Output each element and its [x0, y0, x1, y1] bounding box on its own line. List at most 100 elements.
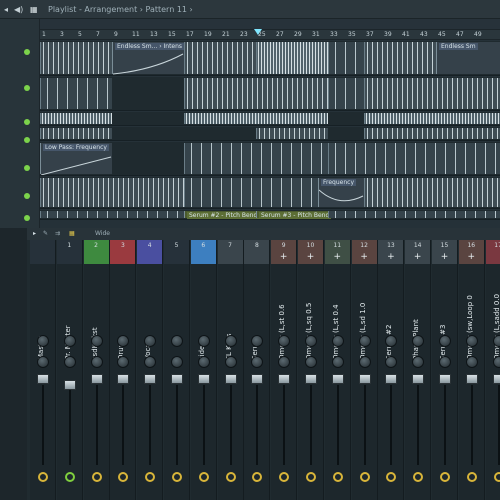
add-insert-icon[interactable]: +	[459, 252, 484, 262]
pan-knob[interactable]	[331, 335, 344, 347]
speaker-icon[interactable]: ◀)	[14, 0, 23, 19]
route-toggle-icon[interactable]	[172, 472, 182, 482]
route-toggle-icon[interactable]	[38, 472, 48, 482]
add-insert-icon[interactable]: +	[325, 252, 350, 262]
pan-knob[interactable]	[305, 335, 317, 347]
pattern-clip[interactable]	[256, 42, 328, 74]
track-mute-led[interactable]	[24, 49, 30, 55]
mixer-channel-strip[interactable]: 4 Vocal	[137, 240, 164, 500]
route-toggle-icon[interactable]	[279, 472, 290, 482]
stereo-separation-knob[interactable]	[197, 356, 210, 368]
route-toggle-icon[interactable]	[118, 472, 129, 482]
route-toggle-icon[interactable]	[225, 472, 236, 482]
add-insert-icon[interactable]: +	[378, 252, 403, 262]
volume-fader[interactable]	[197, 374, 210, 384]
route-toggle-icon[interactable]	[91, 472, 102, 482]
playlist-track[interactable]: Frequency	[40, 177, 500, 209]
volume-fader[interactable]	[63, 380, 76, 390]
mixer-channel-strip[interactable]: 5	[164, 240, 190, 500]
timeline-ruler[interactable]: 1 3 5 7 9 11 13 15 17 19 21 23 25 27 29 31 33 35 37 39 41 43 4…	[40, 29, 500, 40]
automation-clip[interactable]: Serum #3 - Pitch Bend	[256, 211, 332, 219]
pattern-clip[interactable]	[364, 128, 500, 139]
snap-icon[interactable]: ▦	[30, 0, 38, 19]
mixer-channel-strip[interactable]: 17 OmeFx (L,sadd 0.0	[485, 240, 500, 500]
playlist-track[interactable]: Low Pass: Frequency	[40, 142, 500, 176]
track-mute-led[interactable]	[24, 85, 30, 91]
mixer-channel-strip[interactable]: 13 + Serum #2	[378, 240, 405, 500]
mixer-channel-strip[interactable]: 7FL Keys	[217, 240, 244, 500]
route-toggle-icon[interactable]	[198, 472, 209, 482]
mixer-channel-strip[interactable]: 9 + OmeFx (L,st 0.6	[271, 240, 298, 500]
playlist-track[interactable]: Endless Sm... › Intens Endless Sm	[40, 41, 500, 76]
stereo-separation-knob[interactable]	[439, 356, 451, 368]
mixer-channel-strip[interactable]: 2ssdKickst	[83, 240, 110, 500]
stereo-separation-knob[interactable]	[412, 356, 425, 368]
stereo-separation-knob[interactable]	[358, 356, 371, 368]
volume-fader[interactable]	[412, 374, 425, 384]
volume-fader[interactable]	[465, 374, 478, 384]
pattern-clip[interactable]	[40, 78, 112, 109]
pan-knob[interactable]	[197, 335, 210, 347]
pattern-clip[interactable]	[364, 113, 436, 124]
mixer-menu-arrow-icon[interactable]: ▸	[33, 230, 36, 237]
volume-fader[interactable]	[278, 374, 291, 384]
pattern-clip[interactable]	[40, 113, 112, 124]
pan-knob[interactable]	[439, 335, 451, 347]
pattern-clip[interactable]	[328, 211, 500, 218]
pattern-clip[interactable]	[184, 113, 256, 124]
volume-fader[interactable]	[117, 374, 130, 384]
automation-clip[interactable]: Endless Sm... › Intens	[112, 42, 185, 75]
volume-fader[interactable]	[90, 374, 103, 384]
stereo-separation-knob[interactable]	[117, 356, 130, 368]
add-insert-icon[interactable]: +	[405, 252, 430, 262]
pattern-clip[interactable]	[184, 42, 256, 74]
pattern-clip[interactable]	[256, 128, 328, 139]
add-insert-icon[interactable]: +	[271, 252, 296, 262]
mixer-tool-icon[interactable]: ✎	[43, 230, 48, 237]
pan-knob[interactable]	[63, 335, 76, 347]
pattern-clip[interactable]	[256, 113, 328, 124]
pattern-clip[interactable]	[184, 78, 328, 109]
stereo-separation-knob[interactable]	[251, 356, 264, 368]
route-toggle-icon[interactable]	[413, 472, 424, 482]
volume-fader[interactable]	[358, 374, 371, 384]
stereo-separation-knob[interactable]	[37, 356, 49, 368]
volume-fader[interactable]	[305, 374, 317, 384]
mixer-channel-strip[interactable]: 16 + OmeFx (sw,Loop 0	[458, 240, 485, 500]
volume-fader[interactable]	[224, 374, 237, 384]
route-toggle-icon[interactable]	[306, 472, 316, 482]
volume-fader[interactable]	[251, 374, 264, 384]
mixer-channel-strip[interactable]: 3 Drum	[110, 240, 137, 500]
stereo-separation-knob[interactable]	[278, 356, 291, 368]
route-toggle-icon[interactable]	[332, 472, 343, 482]
menu-arrow-icon[interactable]: ◂	[4, 0, 8, 19]
track-mute-led[interactable]	[24, 193, 30, 199]
pan-knob[interactable]	[37, 335, 49, 347]
pattern-clip[interactable]	[328, 78, 364, 109]
route-toggle-icon[interactable]	[145, 472, 156, 482]
stereo-separation-knob[interactable]	[385, 356, 398, 368]
mixer-channel-strip[interactable]: Master	[30, 240, 56, 500]
automation-clip[interactable]: Low Pass: Frequency	[40, 143, 112, 175]
add-insert-icon[interactable]: +	[352, 252, 377, 262]
pan-knob[interactable]	[171, 335, 183, 347]
pattern-clip[interactable]	[184, 178, 318, 207]
playlist-track[interactable]: Serum #2 - Pitch Bend Serum #3 - Pitch B…	[40, 210, 500, 220]
automation-clip[interactable]: Endless Sm	[436, 42, 500, 74]
track-mute-led[interactable]	[24, 119, 30, 125]
volume-fader[interactable]	[385, 374, 398, 384]
mixer-channel-strip[interactable]: 14 + Phase Plant	[405, 240, 432, 500]
route-toggle-icon[interactable]	[493, 472, 500, 482]
pattern-clip[interactable]	[40, 42, 112, 74]
automation-clip[interactable]: Frequency	[318, 178, 364, 207]
mixer-channel-strip[interactable]: 6 side	[190, 240, 217, 500]
stereo-separation-knob[interactable]	[63, 356, 76, 368]
pattern-clip[interactable]	[364, 42, 436, 74]
pattern-clip[interactable]	[40, 178, 184, 207]
mixer-layout-label[interactable]: Wide	[95, 230, 110, 237]
mixer-channel-strip[interactable]: 10 + OmeFx (L,sq 0.5	[298, 240, 324, 500]
route-toggle-icon[interactable]	[252, 472, 263, 482]
pattern-clip[interactable]	[40, 211, 184, 218]
route-toggle-icon[interactable]	[64, 472, 75, 482]
track-mute-led[interactable]	[24, 137, 30, 143]
